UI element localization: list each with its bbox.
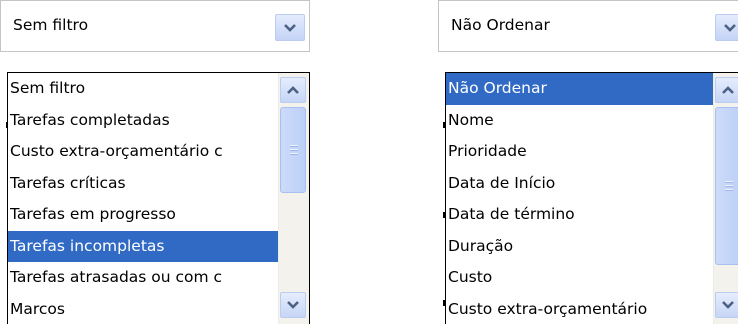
filter-option-sem-filtro[interactable]: Sem filtro bbox=[8, 73, 280, 105]
chevron-down-icon bbox=[722, 301, 734, 309]
sort-options: Não Ordenar Nome Prioridade Data de Iníc… bbox=[446, 73, 713, 324]
filter-option-tarefas-completadas[interactable]: Tarefas completadas bbox=[8, 105, 280, 137]
sort-option-duracao[interactable]: Duração bbox=[446, 231, 713, 263]
filter-option-tarefas-criticas[interactable]: Tarefas críticas bbox=[8, 168, 280, 200]
sort-option-nao-ordenar[interactable]: Não Ordenar bbox=[446, 73, 713, 105]
chevron-down-icon bbox=[287, 301, 299, 309]
scroll-grip-icon bbox=[290, 143, 298, 157]
sort-option-data-de-inicio[interactable]: Data de Início bbox=[446, 168, 713, 200]
filter-option-tarefas-atrasadas[interactable]: Tarefas atrasadas ou com c bbox=[8, 262, 280, 294]
scroll-grip-icon bbox=[725, 179, 733, 193]
sort-scroll-thumb[interactable] bbox=[715, 107, 738, 265]
filter-scroll-up-button[interactable] bbox=[280, 77, 306, 103]
sort-selected-value: Não Ordenar bbox=[451, 16, 550, 34]
sort-option-nome[interactable]: Nome bbox=[446, 105, 713, 137]
filter-scroll-down-button[interactable] bbox=[280, 292, 306, 318]
chevron-up-icon bbox=[722, 86, 734, 94]
background-artifact bbox=[443, 122, 445, 128]
sort-combobox: Não Ordenar Não Ordenar Nome Prioridade … bbox=[438, 0, 738, 324]
filter-option-custo-extra-orcamentario[interactable]: Custo extra-orçamentário c bbox=[8, 136, 280, 168]
sort-dropdown-list: Não Ordenar Nome Prioridade Data de Iníc… bbox=[445, 72, 738, 324]
chevron-up-icon bbox=[287, 86, 299, 94]
filter-combobox: Sem filtro Sem filtro Tarefas completada… bbox=[0, 0, 310, 324]
chevron-down-icon bbox=[724, 23, 736, 32]
filter-select[interactable]: Sem filtro bbox=[0, 0, 310, 52]
sort-option-custo-extra-orcamentario[interactable]: Custo extra-orçamentário bbox=[446, 294, 713, 324]
sort-dropdown-button[interactable] bbox=[715, 14, 738, 41]
sort-scrollbar[interactable] bbox=[713, 73, 738, 324]
filter-options: Sem filtro Tarefas completadas Custo ext… bbox=[8, 73, 280, 324]
background-artifact bbox=[443, 212, 445, 218]
filter-scrollbar[interactable] bbox=[278, 73, 309, 324]
background-artifact bbox=[6, 122, 8, 128]
filter-selected-value: Sem filtro bbox=[13, 16, 89, 34]
sort-option-custo[interactable]: Custo bbox=[446, 262, 713, 294]
background-artifact bbox=[443, 300, 445, 306]
sort-option-prioridade[interactable]: Prioridade bbox=[446, 136, 713, 168]
filter-dropdown-list: Sem filtro Tarefas completadas Custo ext… bbox=[7, 72, 310, 324]
chevron-down-icon bbox=[284, 23, 296, 32]
filter-scroll-thumb[interactable] bbox=[280, 107, 306, 193]
filter-option-tarefas-incompletas[interactable]: Tarefas incompletas bbox=[8, 230, 280, 262]
sort-option-data-de-termino[interactable]: Data de término bbox=[446, 199, 713, 231]
filter-option-tarefas-em-progresso[interactable]: Tarefas em progresso bbox=[8, 199, 280, 231]
sort-select[interactable]: Não Ordenar bbox=[438, 0, 738, 52]
sort-scroll-down-button[interactable] bbox=[715, 292, 738, 318]
filter-option-marcos[interactable]: Marcos bbox=[8, 294, 280, 324]
sort-scroll-up-button[interactable] bbox=[715, 77, 738, 103]
filter-dropdown-button[interactable] bbox=[275, 14, 305, 41]
